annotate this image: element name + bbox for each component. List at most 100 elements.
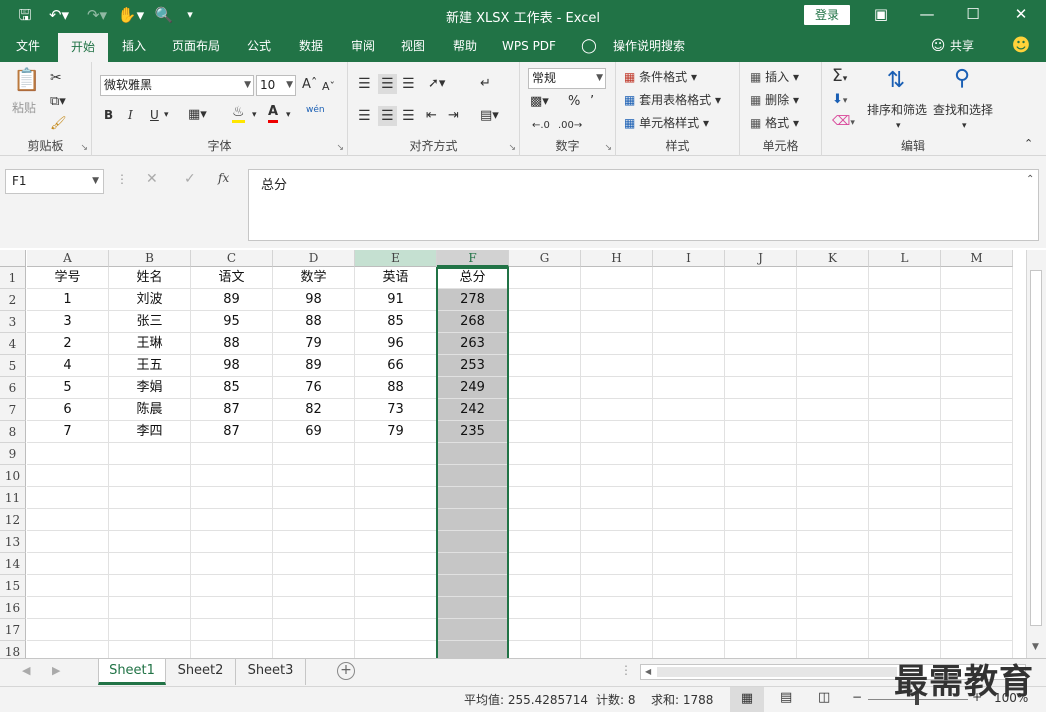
cell-g8[interactable] <box>509 421 581 443</box>
cell-c7[interactable]: 87 <box>191 399 273 421</box>
cell-k7[interactable] <box>797 399 869 421</box>
row-header-16[interactable]: 16 <box>0 597 26 619</box>
cell-b9[interactable] <box>109 443 191 465</box>
find-select-dropdown-icon[interactable]: ▾ <box>962 116 967 136</box>
cell-k15[interactable] <box>797 575 869 597</box>
cell-h10[interactable] <box>581 465 653 487</box>
cell-j17[interactable] <box>725 619 797 641</box>
cell-k12[interactable] <box>797 509 869 531</box>
cell-a1[interactable]: 学号 <box>27 267 109 289</box>
cell-b5[interactable]: 王五 <box>109 355 191 377</box>
cell-h5[interactable] <box>581 355 653 377</box>
cell-b13[interactable] <box>109 531 191 553</box>
cell-f2[interactable]: 278 <box>437 289 509 311</box>
decrease-decimal-icon[interactable]: .00→ <box>558 116 582 136</box>
cell-k17[interactable] <box>797 619 869 641</box>
cell-k1[interactable] <box>797 267 869 289</box>
font-size-select[interactable]: 10 ▼ <box>256 75 296 96</box>
format-as-table-button[interactable]: ▦ 套用表格格式 ▾ <box>624 90 721 110</box>
font-launcher-icon[interactable]: ↘ <box>336 143 344 153</box>
cell-i16[interactable] <box>653 597 725 619</box>
smiley-feedback-icon[interactable]: ☻ <box>1008 30 1034 62</box>
cell-k11[interactable] <box>797 487 869 509</box>
cell-g1[interactable] <box>509 267 581 289</box>
row-header-15[interactable]: 15 <box>0 575 26 597</box>
row-header-10[interactable]: 10 <box>0 465 26 487</box>
cell-l1[interactable] <box>869 267 941 289</box>
page-break-view-icon[interactable]: ◫ <box>818 690 830 705</box>
cell-b11[interactable] <box>109 487 191 509</box>
cell-j8[interactable] <box>725 421 797 443</box>
cut-icon[interactable]: ✂ <box>50 68 62 88</box>
cell-j7[interactable] <box>725 399 797 421</box>
column-header-d[interactable]: D <box>273 250 355 267</box>
row-header-17[interactable]: 17 <box>0 619 26 641</box>
prev-sheet-icon[interactable]: ◀ <box>22 664 30 677</box>
cell-i4[interactable] <box>653 333 725 355</box>
cell-c9[interactable] <box>191 443 273 465</box>
tab-page-layout[interactable]: 页面布局 <box>164 30 228 62</box>
cell-j5[interactable] <box>725 355 797 377</box>
cell-i6[interactable] <box>653 377 725 399</box>
alignment-launcher-icon[interactable]: ↘ <box>508 143 516 153</box>
cell-c6[interactable]: 85 <box>191 377 273 399</box>
sheet-tab-1[interactable]: Sheet1 <box>98 659 166 685</box>
column-header-h[interactable]: H <box>581 250 653 267</box>
select-all-corner[interactable] <box>0 250 26 267</box>
cell-b18[interactable] <box>109 641 191 658</box>
cell-l11[interactable] <box>869 487 941 509</box>
cell-j9[interactable] <box>725 443 797 465</box>
cell-j10[interactable] <box>725 465 797 487</box>
cell-a9[interactable] <box>27 443 109 465</box>
cell-i1[interactable] <box>653 267 725 289</box>
cell-d14[interactable] <box>273 553 355 575</box>
orientation-icon[interactable]: ➚▾ <box>428 74 445 94</box>
cell-a12[interactable] <box>27 509 109 531</box>
cell-e8[interactable]: 79 <box>355 421 437 443</box>
cell-e12[interactable] <box>355 509 437 531</box>
cell-c15[interactable] <box>191 575 273 597</box>
cell-g7[interactable] <box>509 399 581 421</box>
font-name-select[interactable]: 微软雅黑 ▼ <box>100 75 254 96</box>
number-format-select[interactable]: 常规 ▼ <box>528 68 606 89</box>
cell-f13[interactable] <box>437 531 509 553</box>
cell-k14[interactable] <box>797 553 869 575</box>
fill-color-dropdown-icon[interactable]: ▾ <box>252 105 257 125</box>
cell-l6[interactable] <box>869 377 941 399</box>
cell-g6[interactable] <box>509 377 581 399</box>
cell-j3[interactable] <box>725 311 797 333</box>
wrap-text-icon[interactable]: ↵ <box>480 74 491 94</box>
cell-f3[interactable]: 268 <box>437 311 509 333</box>
tab-data[interactable]: 数据 <box>288 30 334 62</box>
cell-h17[interactable] <box>581 619 653 641</box>
cell-b12[interactable] <box>109 509 191 531</box>
font-color-icon[interactable]: A <box>268 104 279 123</box>
bold-button[interactable]: B <box>104 105 113 125</box>
phonetic-button[interactable]: wén <box>306 104 325 116</box>
cell-f12[interactable] <box>437 509 509 531</box>
cell-l15[interactable] <box>869 575 941 597</box>
cell-g15[interactable] <box>509 575 581 597</box>
cell-k4[interactable] <box>797 333 869 355</box>
cell-k5[interactable] <box>797 355 869 377</box>
cell-d8[interactable]: 69 <box>273 421 355 443</box>
cell-m2[interactable] <box>941 289 1013 311</box>
cell-a6[interactable]: 5 <box>27 377 109 399</box>
cell-f14[interactable] <box>437 553 509 575</box>
cell-l7[interactable] <box>869 399 941 421</box>
cell-l12[interactable] <box>869 509 941 531</box>
cell-f4[interactable]: 263 <box>437 333 509 355</box>
cell-l4[interactable] <box>869 333 941 355</box>
cell-h18[interactable] <box>581 641 653 658</box>
cell-e10[interactable] <box>355 465 437 487</box>
cell-a16[interactable] <box>27 597 109 619</box>
cell-m16[interactable] <box>941 597 1013 619</box>
cell-a4[interactable]: 2 <box>27 333 109 355</box>
cell-e4[interactable]: 96 <box>355 333 437 355</box>
cell-k13[interactable] <box>797 531 869 553</box>
cell-c17[interactable] <box>191 619 273 641</box>
italic-button[interactable]: I <box>128 105 133 125</box>
row-header-8[interactable]: 8 <box>0 421 26 443</box>
cell-b10[interactable] <box>109 465 191 487</box>
cell-b8[interactable]: 李四 <box>109 421 191 443</box>
